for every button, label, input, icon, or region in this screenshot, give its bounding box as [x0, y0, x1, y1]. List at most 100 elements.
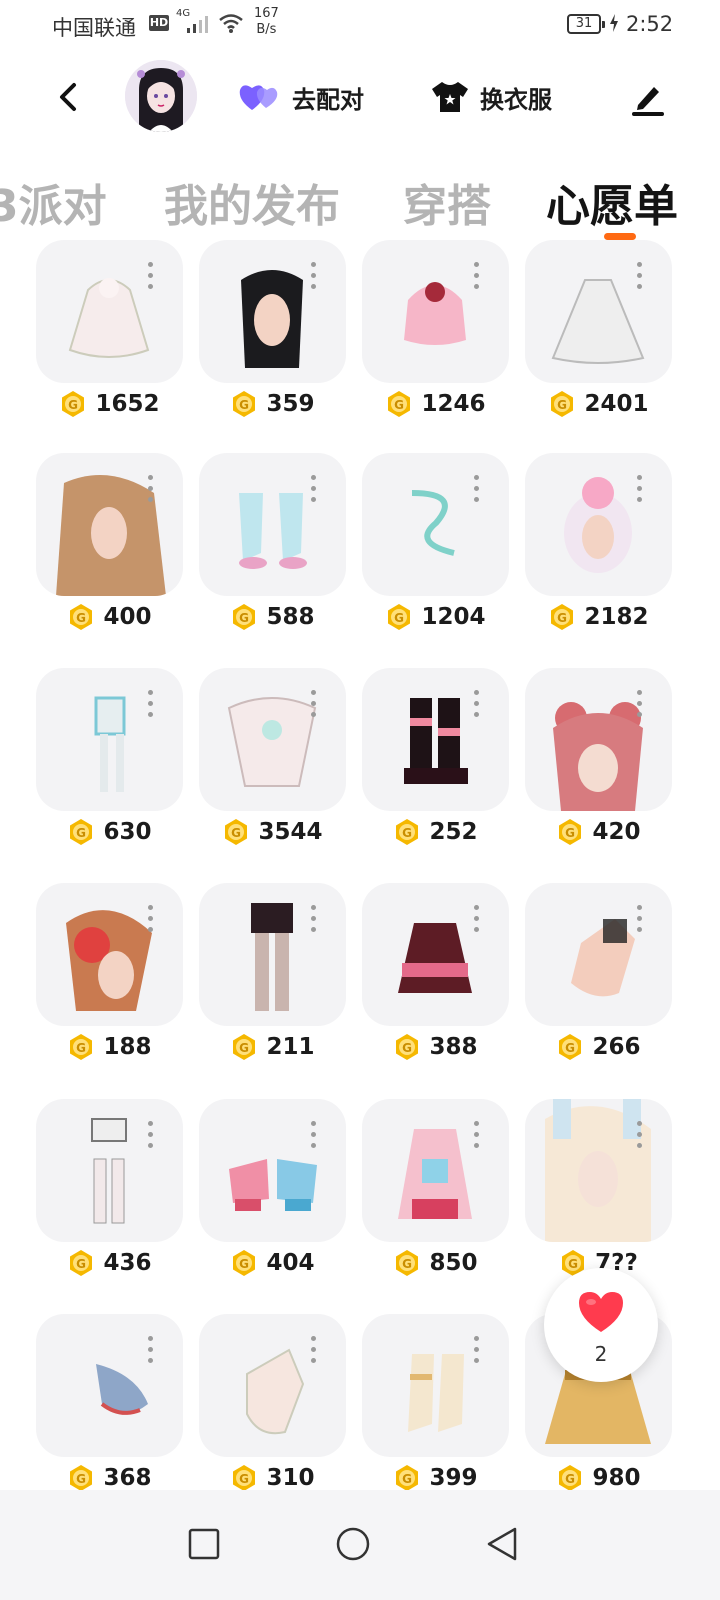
wishlist-item[interactable]: G 399	[362, 1314, 512, 1500]
more-options-icon[interactable]	[471, 905, 481, 939]
tab-wishlist[interactable]: 心愿单	[546, 170, 678, 234]
more-options-icon[interactable]	[308, 262, 318, 296]
more-options-icon[interactable]	[471, 1121, 481, 1155]
more-options-icon[interactable]	[308, 1336, 318, 1370]
coin-icon: G	[70, 604, 93, 630]
item-thumbnail[interactable]	[36, 668, 183, 811]
item-thumbnail[interactable]	[362, 453, 509, 596]
wishlist-item[interactable]: G 266	[525, 883, 675, 1083]
wishlist-item[interactable]: G 1204	[362, 453, 512, 653]
item-price: G 1204	[362, 603, 509, 631]
tab-my-posts[interactable]: 我的发布	[164, 170, 340, 234]
wishlist-item[interactable]: G 252	[362, 668, 512, 868]
change-outfit-button[interactable]: 换衣服	[430, 77, 552, 117]
triangle-back-icon[interactable]	[472, 1516, 532, 1576]
coin-icon: G	[70, 1034, 93, 1060]
svg-text:G: G	[77, 826, 87, 840]
more-options-icon[interactable]	[145, 905, 155, 939]
item-image	[56, 475, 166, 596]
more-options-icon[interactable]	[145, 1336, 155, 1370]
svg-text:G: G	[395, 611, 405, 625]
more-options-icon[interactable]	[308, 1121, 318, 1155]
item-thumbnail[interactable]	[36, 240, 183, 383]
more-options-icon[interactable]	[634, 1121, 644, 1155]
active-tab-indicator	[604, 233, 636, 240]
item-thumbnail[interactable]	[36, 453, 183, 596]
circle-icon[interactable]	[323, 1516, 383, 1576]
item-price: G 388	[362, 1033, 509, 1061]
more-options-icon[interactable]	[634, 262, 644, 296]
item-price: G 359	[199, 390, 346, 418]
item-price: G 211	[199, 1033, 346, 1061]
more-options-icon[interactable]	[634, 475, 644, 509]
item-image	[545, 1099, 651, 1242]
tab-outfits[interactable]: 穿搭	[403, 170, 491, 234]
chevron-left-icon[interactable]	[52, 77, 88, 117]
like-button[interactable]: 2	[544, 1268, 658, 1382]
item-thumbnail[interactable]	[362, 883, 509, 1026]
wishlist-item[interactable]: G 436	[36, 1099, 186, 1299]
item-image	[94, 696, 126, 792]
item-image	[571, 919, 635, 997]
item-image	[227, 697, 317, 787]
wishlist-item[interactable]: G 850	[362, 1099, 512, 1299]
item-thumbnail[interactable]	[525, 453, 672, 596]
more-options-icon[interactable]	[471, 475, 481, 509]
wishlist-item[interactable]: G 2182	[525, 453, 675, 653]
item-thumbnail[interactable]	[36, 1314, 183, 1457]
wishlist-item[interactable]: G 400	[36, 453, 186, 653]
more-options-icon[interactable]	[308, 905, 318, 939]
more-options-icon[interactable]	[634, 690, 644, 724]
more-options-icon[interactable]	[145, 475, 155, 509]
more-options-icon[interactable]	[634, 905, 644, 939]
item-thumbnail[interactable]	[199, 453, 346, 596]
item-thumbnail[interactable]	[36, 883, 183, 1026]
item-thumbnail[interactable]	[362, 668, 509, 811]
item-thumbnail[interactable]	[199, 1314, 346, 1457]
item-thumbnail[interactable]	[525, 1099, 672, 1242]
more-options-icon[interactable]	[308, 475, 318, 509]
wishlist-item[interactable]: G 404	[199, 1099, 349, 1299]
item-thumbnail[interactable]	[362, 1314, 509, 1457]
square-icon[interactable]	[176, 1516, 236, 1576]
wishlist-item[interactable]: G 420	[525, 668, 675, 868]
wishlist-item[interactable]: G 310	[199, 1314, 349, 1500]
more-options-icon[interactable]	[145, 1121, 155, 1155]
item-thumbnail[interactable]	[525, 668, 672, 811]
wishlist-item[interactable]: G 3544	[199, 668, 349, 868]
more-options-icon[interactable]	[145, 262, 155, 296]
wishlist-item[interactable]: G 188	[36, 883, 186, 1083]
wishlist-item[interactable]: G 211	[199, 883, 349, 1083]
avatar[interactable]	[125, 60, 197, 132]
item-thumbnail[interactable]	[199, 240, 346, 383]
wishlist-item[interactable]: G 2401	[525, 240, 675, 440]
item-thumbnail[interactable]	[199, 668, 346, 811]
coin-icon: G	[559, 1034, 582, 1060]
more-options-icon[interactable]	[471, 1336, 481, 1370]
wishlist-item[interactable]: G 359	[199, 240, 349, 440]
match-button[interactable]: 去配对	[238, 77, 364, 117]
more-options-icon[interactable]	[471, 690, 481, 724]
price-value: 399	[429, 1465, 478, 1491]
more-options-icon[interactable]	[471, 262, 481, 296]
item-thumbnail[interactable]	[525, 883, 672, 1026]
pen-icon[interactable]	[628, 77, 668, 117]
tab-party[interactable]: 3派对	[0, 170, 107, 234]
wishlist-item[interactable]: G 1652	[36, 240, 186, 440]
wishlist-item[interactable]: G 368	[36, 1314, 186, 1500]
avatar-image	[125, 60, 197, 132]
item-thumbnail[interactable]	[362, 240, 509, 383]
more-options-icon[interactable]	[308, 690, 318, 724]
item-thumbnail[interactable]	[525, 240, 672, 383]
item-thumbnail[interactable]	[36, 1099, 183, 1242]
wishlist-item[interactable]: G 588	[199, 453, 349, 653]
item-price: G 3544	[199, 818, 346, 846]
item-thumbnail[interactable]	[199, 1099, 346, 1242]
more-options-icon[interactable]	[145, 690, 155, 724]
item-thumbnail[interactable]	[199, 883, 346, 1026]
wishlist-item[interactable]: G 630	[36, 668, 186, 868]
svg-text:G: G	[77, 1472, 87, 1486]
item-thumbnail[interactable]	[362, 1099, 509, 1242]
wishlist-item[interactable]: G 1246	[362, 240, 512, 440]
wishlist-item[interactable]: G 388	[362, 883, 512, 1083]
